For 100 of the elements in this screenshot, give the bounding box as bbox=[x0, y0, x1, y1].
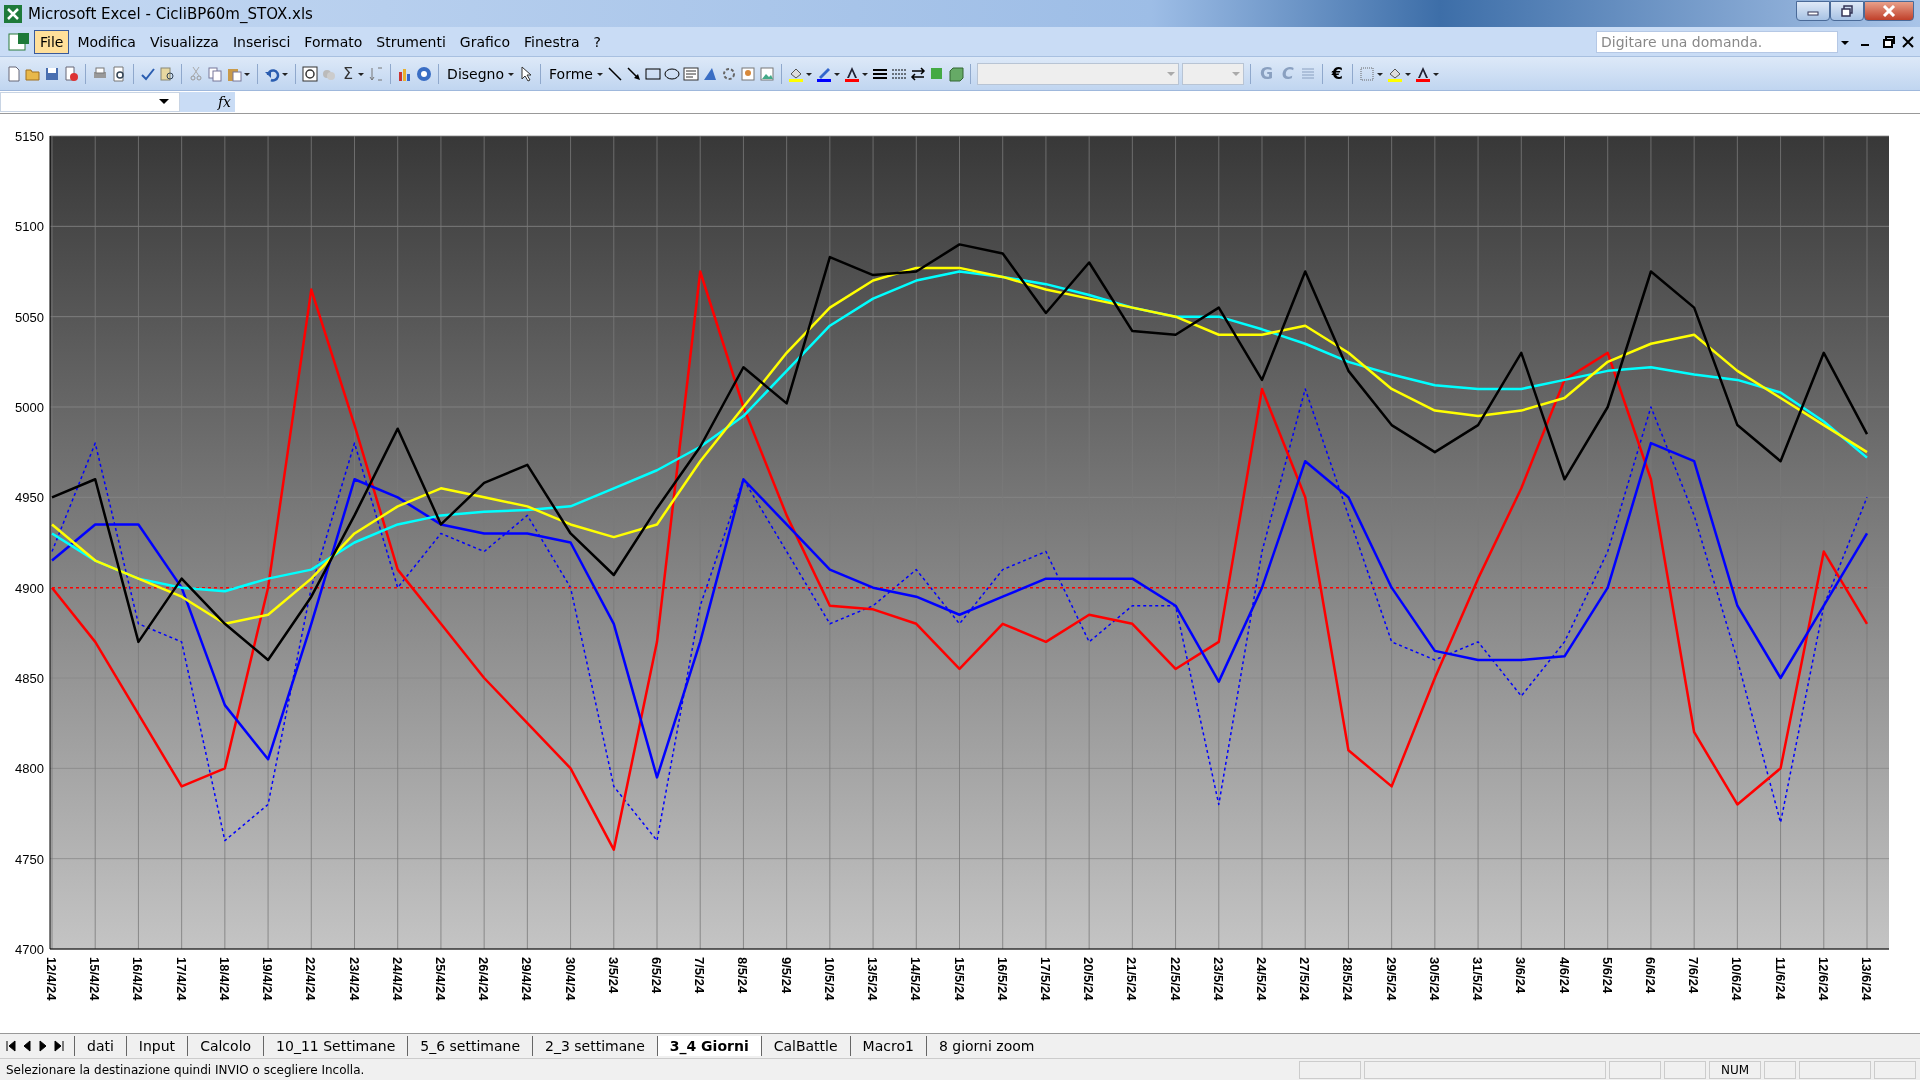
x-axis-label: 30/4/24 bbox=[562, 957, 578, 1001]
x-axis-label: 19/4/24 bbox=[260, 957, 276, 1001]
y-axis-label: 4800 bbox=[15, 761, 44, 777]
menu-item[interactable]: Inserisci bbox=[226, 29, 297, 54]
menu-item[interactable]: ? bbox=[587, 29, 607, 54]
x-axis-label: 13/5/24 bbox=[865, 957, 881, 1001]
x-axis-label: 28/5/24 bbox=[1340, 957, 1356, 1001]
x-axis-label: 5/6/24 bbox=[1599, 957, 1615, 994]
x-axis-label: 7/5/24 bbox=[692, 957, 708, 994]
x-axis-label: 3/6/24 bbox=[1513, 957, 1529, 994]
arrow-style-icon[interactable] bbox=[909, 65, 926, 82]
font-color-icon[interactable] bbox=[1414, 65, 1431, 82]
y-axis-label: 4950 bbox=[15, 490, 44, 506]
x-axis-label: 6/5/24 bbox=[649, 957, 664, 994]
x-axis-label: 30/5/24 bbox=[1426, 957, 1442, 1001]
sheet-tab[interactable]: 3_4 Giorni bbox=[656, 1036, 761, 1056]
sheet-scroll-icon[interactable] bbox=[54, 1039, 64, 1053]
rectangle-icon[interactable] bbox=[644, 65, 661, 82]
pointer-icon[interactable] bbox=[518, 65, 534, 82]
ellipse-icon[interactable] bbox=[663, 65, 680, 82]
sheet-scroll-icon[interactable] bbox=[38, 1039, 48, 1053]
x-axis-label: 6/6/24 bbox=[1642, 957, 1658, 994]
x-axis-label: 13/6/24 bbox=[1859, 957, 1874, 1001]
menu-item[interactable]: Strumenti bbox=[370, 29, 452, 54]
y-axis-label: 5050 bbox=[15, 309, 44, 325]
sheet-scroll-icon[interactable] bbox=[22, 1039, 32, 1053]
x-axis-label: 11/6/24 bbox=[1772, 957, 1788, 1000]
help-icon[interactable] bbox=[416, 65, 433, 82]
drawing-menu-button[interactable]: Disegno bbox=[445, 65, 506, 82]
arrow-icon[interactable] bbox=[625, 65, 642, 82]
currency-button[interactable]: € bbox=[1328, 64, 1346, 83]
y-axis-label: 4750 bbox=[15, 851, 44, 867]
x-axis-label: 16/4/24 bbox=[130, 957, 146, 1001]
excel-logo-icon bbox=[4, 4, 22, 23]
font-size-field[interactable] bbox=[1181, 62, 1244, 85]
workbook-icon[interactable] bbox=[8, 31, 30, 52]
insert-function-button[interactable]: fx bbox=[180, 92, 235, 112]
num-lock-indicator: NUM bbox=[1709, 1061, 1761, 1079]
x-axis-label: 8/5/24 bbox=[735, 957, 751, 994]
x-axis-label: 22/5/24 bbox=[1167, 957, 1183, 1001]
y-axis-label: 5000 bbox=[15, 400, 44, 415]
close-button[interactable] bbox=[1864, 0, 1914, 21]
x-axis-label: 10/6/24 bbox=[1729, 957, 1745, 1001]
menu-item[interactable]: Finestra bbox=[518, 29, 586, 54]
autosum-button[interactable]: Σ bbox=[340, 64, 357, 83]
x-axis-label: 15/4/24 bbox=[87, 957, 103, 1001]
x-axis-label: 10/5/24 bbox=[821, 957, 837, 1001]
restore-icon[interactable] bbox=[1882, 34, 1896, 49]
caret-icon[interactable] bbox=[159, 98, 169, 106]
x-axis-label: 4/6/24 bbox=[1556, 957, 1572, 994]
menu-item[interactable]: File bbox=[34, 29, 70, 54]
menu-item[interactable]: Visualizza bbox=[143, 29, 225, 54]
x-axis-label: 3/5/24 bbox=[605, 957, 621, 994]
line-icon[interactable] bbox=[606, 65, 623, 82]
sheet-scroll-icon[interactable] bbox=[6, 1039, 16, 1053]
restore-icon[interactable] bbox=[1841, 4, 1853, 17]
shapes-menu-button[interactable]: Forme bbox=[547, 65, 595, 82]
x-axis-label: 9/5/24 bbox=[778, 957, 794, 994]
clip-art-icon[interactable] bbox=[739, 65, 756, 82]
y-axis-label: 4900 bbox=[15, 580, 44, 596]
x-axis-label: 17/4/24 bbox=[173, 957, 189, 1001]
x-axis-label: 14/5/24 bbox=[908, 957, 924, 1001]
y-axis-label: 5100 bbox=[15, 219, 44, 235]
menu-item[interactable]: Formato bbox=[298, 29, 369, 54]
picture-icon[interactable] bbox=[758, 65, 775, 82]
x-axis-label: 21/5/24 bbox=[1124, 957, 1140, 1001]
x-axis-label: 29/5/24 bbox=[1383, 957, 1399, 1001]
x-axis-label: 31/5/24 bbox=[1470, 957, 1486, 1001]
x-axis-label: 15/5/24 bbox=[951, 957, 967, 1001]
x-axis-label: 17/5/24 bbox=[1037, 957, 1053, 1001]
x-axis-label: 27/5/24 bbox=[1297, 957, 1313, 1001]
x-axis-label: 26/4/24 bbox=[476, 957, 492, 1001]
x-axis-label: 29/4/24 bbox=[519, 957, 535, 1001]
text-box-icon[interactable] bbox=[682, 65, 699, 82]
3d-style-icon[interactable] bbox=[947, 65, 964, 82]
x-axis-label: 22/4/24 bbox=[303, 957, 319, 1001]
menu-item[interactable]: Modifica bbox=[71, 29, 142, 54]
x-axis-label: 12/6/24 bbox=[1815, 957, 1831, 1001]
x-axis-label: 24/4/24 bbox=[389, 957, 405, 1001]
y-axis-label: 5150 bbox=[15, 129, 44, 144]
y-axis-label: 4850 bbox=[15, 671, 44, 686]
help-search-field[interactable]: Digitare una domanda. bbox=[1596, 30, 1838, 53]
print-preview-icon[interactable] bbox=[111, 65, 127, 82]
x-axis-label: 16/5/24 bbox=[994, 957, 1010, 1001]
menu-item[interactable]: Grafico bbox=[453, 29, 517, 54]
name-box-field[interactable] bbox=[0, 92, 180, 112]
x-axis-label: 23/5/24 bbox=[1210, 957, 1226, 1001]
font-color-icon[interactable] bbox=[843, 65, 860, 82]
y-axis-label: 4700 bbox=[15, 942, 44, 957]
x-axis-label: 24/5/24 bbox=[1254, 957, 1269, 1001]
font-name-field[interactable] bbox=[976, 62, 1179, 85]
restore-button[interactable] bbox=[1830, 0, 1864, 21]
minimize-button[interactable] bbox=[1796, 0, 1830, 21]
new-document-icon[interactable] bbox=[6, 65, 22, 82]
save-icon[interactable] bbox=[44, 65, 60, 82]
x-axis-label: 20/5/24 bbox=[1081, 957, 1097, 1001]
copy-icon[interactable] bbox=[207, 65, 223, 82]
x-axis-label: 7/6/24 bbox=[1686, 957, 1702, 994]
x-axis-label: 25/4/24 bbox=[432, 957, 448, 1001]
line-color-icon[interactable] bbox=[815, 65, 832, 82]
